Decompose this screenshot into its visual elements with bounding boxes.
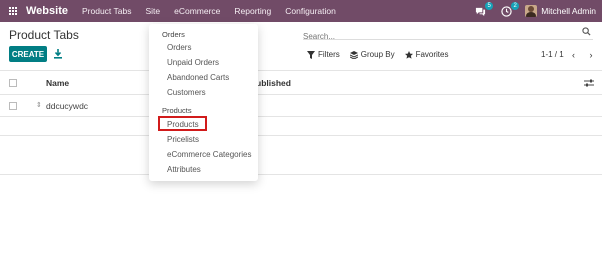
- pager-value[interactable]: 1-1 / 1: [541, 50, 564, 59]
- activity-count-badge: 2: [511, 2, 520, 10]
- chat-icon[interactable]: 5: [473, 2, 494, 18]
- app-brand[interactable]: Website: [26, 5, 68, 17]
- list-header: Name ublished: [0, 70, 602, 95]
- select-all-checkbox[interactable]: [9, 79, 17, 87]
- user-name[interactable]: Mitchell Admin: [541, 6, 596, 16]
- chat-count-badge: 5: [485, 2, 494, 10]
- page-title: Product Tabs: [9, 28, 79, 42]
- star-icon: [404, 50, 413, 59]
- download-icon[interactable]: [53, 48, 63, 60]
- search-bar: [303, 26, 593, 43]
- menu-configuration[interactable]: Configuration: [285, 6, 336, 16]
- search-icon[interactable]: [582, 27, 591, 36]
- pager-arrows[interactable]: ‹ ›: [572, 50, 599, 60]
- favorites-label: Favorites: [415, 50, 449, 59]
- menu-reporting[interactable]: Reporting: [234, 6, 271, 16]
- activity-clock-icon[interactable]: 2: [499, 2, 520, 18]
- row-name: ddcucywdc: [46, 101, 89, 111]
- drag-handle-icon[interactable]: ⇕: [36, 101, 42, 109]
- ecommerce-dropdown-menu: Orders Orders Unpaid Orders Abandoned Ca…: [149, 24, 258, 181]
- search-input[interactable]: [303, 30, 563, 43]
- menu-ecommerce[interactable]: eCommerce: [174, 6, 220, 16]
- table-row[interactable]: ⇕ ddcucywdc: [0, 95, 602, 117]
- group-by-button[interactable]: Group By: [349, 50, 395, 59]
- list-empty-area: [0, 135, 602, 175]
- menu-item-unpaid-orders[interactable]: Unpaid Orders: [167, 58, 219, 67]
- group-by-label: Group By: [360, 50, 395, 59]
- column-header-name[interactable]: Name: [46, 78, 69, 88]
- row-checkbox[interactable]: [9, 102, 17, 110]
- dropdown-section-products: Products: [162, 106, 192, 115]
- dropdown-section-orders: Orders: [162, 30, 185, 39]
- menu-item-customers[interactable]: Customers: [167, 88, 206, 97]
- user-avatar[interactable]: [525, 5, 538, 17]
- search-options: Filters Group By Favorites: [307, 50, 458, 59]
- menu-item-ecommerce-categories[interactable]: eCommerce Categories: [167, 150, 251, 159]
- filters-label: Filters: [318, 50, 340, 59]
- optional-columns-icon[interactable]: [584, 79, 594, 87]
- column-header-published[interactable]: ublished: [256, 78, 291, 88]
- apps-menu-icon[interactable]: [2, 0, 24, 22]
- layers-icon: [349, 50, 358, 59]
- menu-item-products[interactable]: Products: [167, 120, 199, 129]
- menu-product-tabs[interactable]: Product Tabs: [82, 6, 131, 16]
- menu-item-abandoned-carts[interactable]: Abandoned Carts: [167, 73, 229, 82]
- favorites-button[interactable]: Favorites: [404, 50, 449, 59]
- menu-item-attributes[interactable]: Attributes: [167, 165, 201, 174]
- filters-button[interactable]: Filters: [307, 50, 340, 59]
- filter-icon: [307, 50, 315, 59]
- menu-item-pricelists[interactable]: Pricelists: [167, 135, 199, 144]
- create-button[interactable]: CREATE: [9, 46, 47, 62]
- menu-item-orders[interactable]: Orders: [167, 43, 191, 52]
- menu-site[interactable]: Site: [145, 6, 160, 16]
- top-navbar: Website Product Tabs Site eCommerce Repo…: [0, 0, 602, 22]
